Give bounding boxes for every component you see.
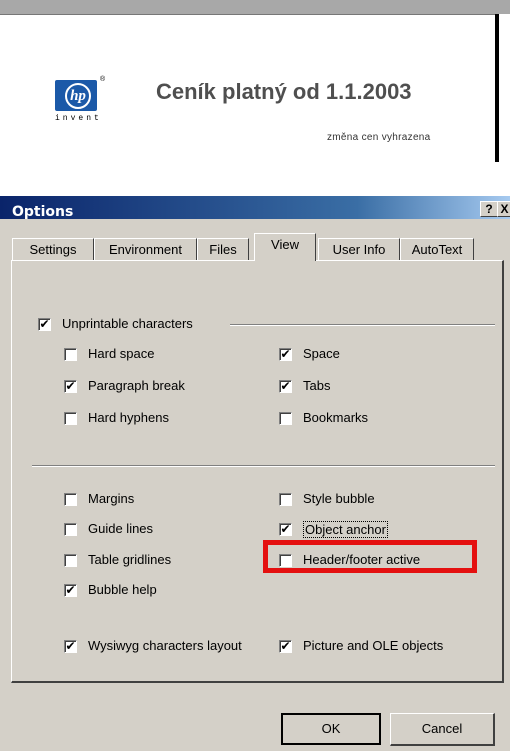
label-space: Space: [303, 346, 340, 361]
label-picture-ole-objects: Picture and OLE objects: [303, 638, 444, 653]
label-tabs: Tabs: [303, 378, 331, 393]
dialog-title: Options: [12, 204, 74, 220]
section-separator: [32, 465, 495, 467]
document-top-border: [0, 0, 510, 15]
tab-view[interactable]: View: [254, 233, 316, 261]
label-table-gridlines: Table gridlines: [88, 552, 172, 567]
group-separator: [230, 324, 495, 326]
hp-logo-box: hp: [55, 80, 97, 111]
label-paragraph-break: Paragraph break: [88, 378, 185, 393]
checkbox-unprintable-characters[interactable]: ✔: [38, 318, 51, 331]
checkbox-space[interactable]: ✔: [279, 348, 292, 361]
document-subtitle: změna cen vyhrazena: [327, 132, 431, 143]
dialog-titlebar[interactable]: [0, 196, 510, 219]
checkbox-tabs[interactable]: ✔: [279, 380, 292, 393]
close-button[interactable]: X: [497, 201, 510, 217]
tab-files[interactable]: Files: [197, 238, 249, 261]
hp-logo-mark: hp: [65, 83, 91, 109]
label-bubble-help: Bubble help: [88, 582, 157, 597]
label-bookmarks: Bookmarks: [303, 410, 369, 425]
checkbox-guide-lines[interactable]: [64, 523, 77, 536]
label-unprintable-characters: Unprintable characters: [62, 316, 193, 331]
label-hard-hyphens: Hard hyphens: [88, 410, 169, 425]
help-button[interactable]: ?: [480, 201, 498, 217]
checkbox-margins[interactable]: [64, 493, 77, 506]
checkbox-paragraph-break[interactable]: ✔: [64, 380, 77, 393]
label-hard-space: Hard space: [88, 346, 155, 361]
tab-environment[interactable]: Environment: [94, 238, 197, 261]
registered-mark: ®: [100, 76, 106, 83]
checkbox-hard-hyphens[interactable]: [64, 412, 77, 425]
document-top-border-highlight: [0, 15, 510, 16]
checkbox-style-bubble[interactable]: [279, 493, 292, 506]
checkbox-bookmarks[interactable]: [279, 412, 292, 425]
checkbox-hard-space[interactable]: [64, 348, 77, 361]
hp-logo-tagline: invent: [55, 114, 102, 123]
checkbox-bubble-help[interactable]: ✔: [64, 584, 77, 597]
cancel-button[interactable]: Cancel: [390, 713, 495, 746]
label-margins: Margins: [88, 491, 135, 506]
label-wysiwyg-characters-layout: Wysiwyg characters layout: [88, 638, 242, 653]
tab-settings[interactable]: Settings: [12, 238, 94, 261]
checkbox-table-gridlines[interactable]: [64, 554, 77, 567]
checkbox-picture-ole-objects[interactable]: ✔: [279, 640, 292, 653]
ok-button[interactable]: OK: [281, 713, 381, 745]
tab-user-info[interactable]: User Info: [318, 238, 400, 261]
label-style-bubble: Style bubble: [303, 491, 375, 506]
checkbox-wysiwyg-characters-layout[interactable]: ✔: [64, 640, 77, 653]
highlight-box: [263, 540, 477, 573]
hp-logo: hp ® invent: [55, 76, 105, 124]
label-guide-lines: Guide lines: [88, 521, 154, 536]
document-title: Ceník platný od 1.1.2003: [156, 79, 412, 104]
label-object-anchor: Object anchor: [303, 521, 388, 538]
tab-autotext[interactable]: AutoText: [400, 238, 474, 261]
document-right-edge: [495, 14, 510, 162]
checkbox-object-anchor[interactable]: ✔: [279, 523, 292, 536]
